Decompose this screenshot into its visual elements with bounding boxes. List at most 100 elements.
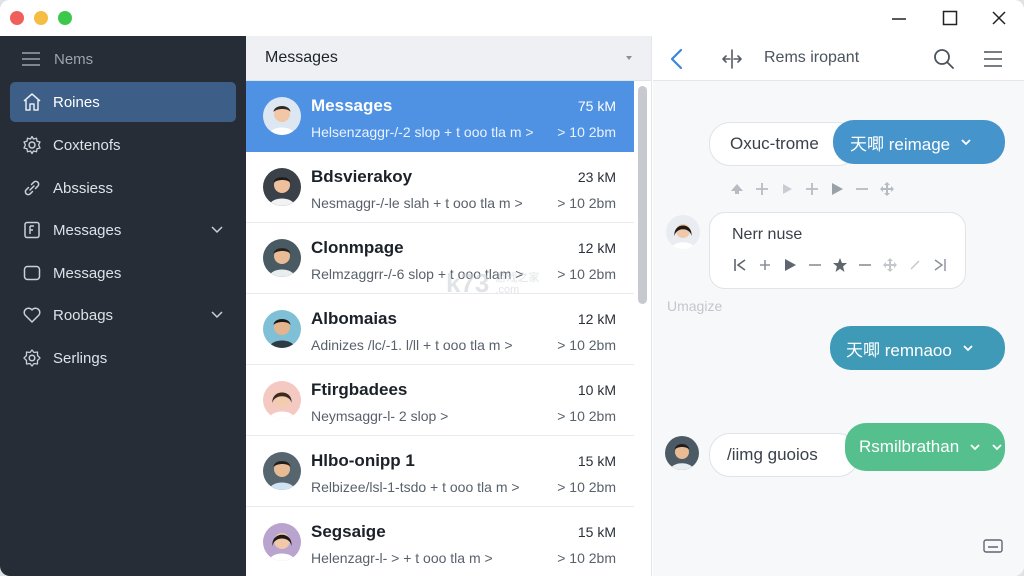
avatar	[263, 168, 301, 206]
message-preview: Adinizes /lc/-1. l/ll + t ooo tla m >	[311, 337, 513, 353]
search-icon[interactable]	[932, 47, 956, 71]
chevron-down-icon[interactable]	[960, 136, 972, 148]
message-list-header[interactable]: Messages	[246, 36, 651, 81]
message-list-title: Messages	[265, 49, 338, 66]
maximize-icon	[942, 10, 958, 26]
watermark-domain: .com	[495, 283, 520, 296]
skip-start-icon[interactable]	[732, 257, 748, 273]
outgoing-message-bubble[interactable]: 天唧 reimage	[833, 120, 1005, 164]
sidebar-item-coxtenofs[interactable]: Coxtenofs	[10, 125, 236, 165]
message-time: > 10 2bm	[557, 337, 616, 353]
chevron-down-icon[interactable]	[210, 222, 224, 236]
avatar	[665, 436, 699, 470]
minus-icon[interactable]	[807, 257, 823, 273]
message-row[interactable]: Albomaias 12 kM Adinizes /lc/-1. l/ll + …	[246, 294, 634, 365]
chevron-down-icon[interactable]	[969, 441, 981, 453]
watermark-brand: k73	[446, 268, 490, 298]
message-row[interactable]: Messages 75 kM Helsenzaggr-/-2 slop + t …	[246, 81, 634, 152]
sidebar-item-label: Roobags	[53, 306, 114, 324]
avatar	[263, 310, 301, 348]
minimize-icon	[892, 18, 906, 20]
message-toolbar	[729, 181, 895, 197]
app-window: Nems Roines Coxtenofs Abssiess Messages	[0, 0, 1024, 576]
caret-down-icon[interactable]	[626, 55, 632, 61]
message-row[interactable]: Bdsvierakoy 23 kM Nesmaggr-/-le slah + t…	[246, 152, 634, 223]
chevron-down-icon[interactable]	[991, 441, 1003, 453]
message-preview: Neymsaggr-l- 2 slop >	[311, 408, 449, 424]
message-time: > 10 2bm	[557, 550, 616, 566]
sidebar-item-messages-2[interactable]: Messages	[10, 253, 236, 293]
incoming-message-bubble[interactable]: /iimg guoios	[709, 433, 859, 477]
settings-icon	[22, 348, 42, 368]
slash-icon[interactable]	[907, 257, 923, 273]
message-preview: Relbizee/lsl-1-tsdo + t ooo tla m >	[311, 479, 520, 495]
message-preview: Helenzagr-l- > + t ooo tla m >	[311, 550, 493, 566]
avatar	[263, 97, 301, 135]
minimize-button[interactable]	[879, 4, 919, 32]
zoom-dot-button[interactable]	[58, 11, 72, 25]
list-menu-icon[interactable]	[981, 47, 1005, 71]
chevron-down-icon[interactable]	[962, 342, 974, 354]
move-icon[interactable]	[879, 181, 895, 197]
star-icon[interactable]	[832, 257, 848, 273]
message-time: > 10 2bm	[557, 266, 616, 282]
split-arrows-icon[interactable]	[720, 47, 744, 71]
plus-icon[interactable]	[757, 257, 773, 273]
avatar	[263, 381, 301, 419]
arrow-up-icon[interactable]	[729, 181, 745, 197]
plus-icon[interactable]	[804, 181, 820, 197]
message-toolbar	[732, 257, 948, 273]
message-row[interactable]: Clonmpage 12 kM Relmzaggrr-/-6 slop + t …	[246, 223, 634, 294]
back-arrow-icon[interactable]	[665, 47, 689, 71]
maximize-button[interactable]	[930, 4, 970, 32]
avatar	[666, 215, 700, 249]
watermark: k73 游戏之家 .com	[446, 268, 539, 299]
contact-name: Hlbo-onipp 1	[311, 451, 415, 470]
close-dot-button[interactable]	[10, 11, 24, 25]
message-text: /iimg guoios	[727, 445, 818, 464]
outgoing-message-bubble[interactable]: Rsmilbrathan	[845, 423, 1005, 471]
sidebar-item-roobags[interactable]: Roobags	[10, 295, 236, 335]
message-row[interactable]: Segsaige 15 kM Helenzagr-l- > + t ooo tl…	[246, 507, 634, 576]
minimize-dot-button[interactable]	[34, 11, 48, 25]
avatar	[263, 523, 301, 561]
contact-name: Ftirgbadees	[311, 380, 408, 399]
close-button[interactable]	[979, 4, 1019, 32]
contact-name: Albomaias	[311, 309, 397, 328]
chat-header: Rems iropant	[653, 36, 1024, 81]
sidebar-item-roines[interactable]: Roines	[10, 82, 236, 122]
message-row[interactable]: Hlbo-onipp 1 15 kM Relbizee/lsl-1-tsdo +…	[246, 436, 634, 507]
message-size: 15 kM	[577, 524, 616, 540]
plus-icon[interactable]	[754, 181, 770, 197]
sidebar-item-label: Coxtenofs	[53, 136, 121, 154]
sidebar-item-label: Messages	[53, 264, 122, 282]
message-preview: Helsenzaggr-/-2 slop + t ooo tla m >	[311, 124, 534, 140]
contact-name: Messages	[311, 96, 393, 115]
sidebar-header: Nems	[0, 36, 246, 82]
message-row[interactable]: Ftirgbadees 10 kM Neymsaggr-l- 2 slop > …	[246, 365, 634, 436]
sidebar-item-label: Serlings	[53, 349, 108, 367]
minus-icon[interactable]	[854, 181, 870, 197]
skip-end-icon[interactable]	[932, 257, 948, 273]
play-icon[interactable]	[782, 257, 798, 273]
message-size: 75 kM	[577, 98, 616, 114]
message-text: 天唧 reimage	[850, 134, 951, 154]
outgoing-message-bubble[interactable]: 天唧 remnaoo	[830, 326, 1005, 370]
message-size: 12 kM	[577, 311, 616, 327]
scrollbar-thumb[interactable]	[638, 86, 647, 304]
sidebar-item-messages[interactable]: Messages	[10, 210, 236, 250]
message-list-pane: Messages Messages 75 kM Helsenzaggr-/-2 …	[246, 36, 652, 576]
play-icon[interactable]	[829, 181, 845, 197]
minus-icon[interactable]	[857, 257, 873, 273]
incoming-message-card[interactable]: Nerr nuse	[709, 212, 966, 289]
sidebar-item-serlings[interactable]: Serlings	[10, 338, 236, 378]
sidebar-item-abssiess[interactable]: Abssiess	[10, 168, 236, 208]
chevron-down-icon[interactable]	[210, 307, 224, 321]
move-icon[interactable]	[882, 257, 898, 273]
menu-icon[interactable]	[22, 52, 40, 66]
keyboard-icon[interactable]	[983, 538, 1003, 554]
play-icon[interactable]	[779, 181, 795, 197]
document-icon	[22, 220, 42, 240]
sidebar-header-label: Nems	[54, 50, 94, 68]
chat-title: Rems iropant	[764, 49, 860, 66]
